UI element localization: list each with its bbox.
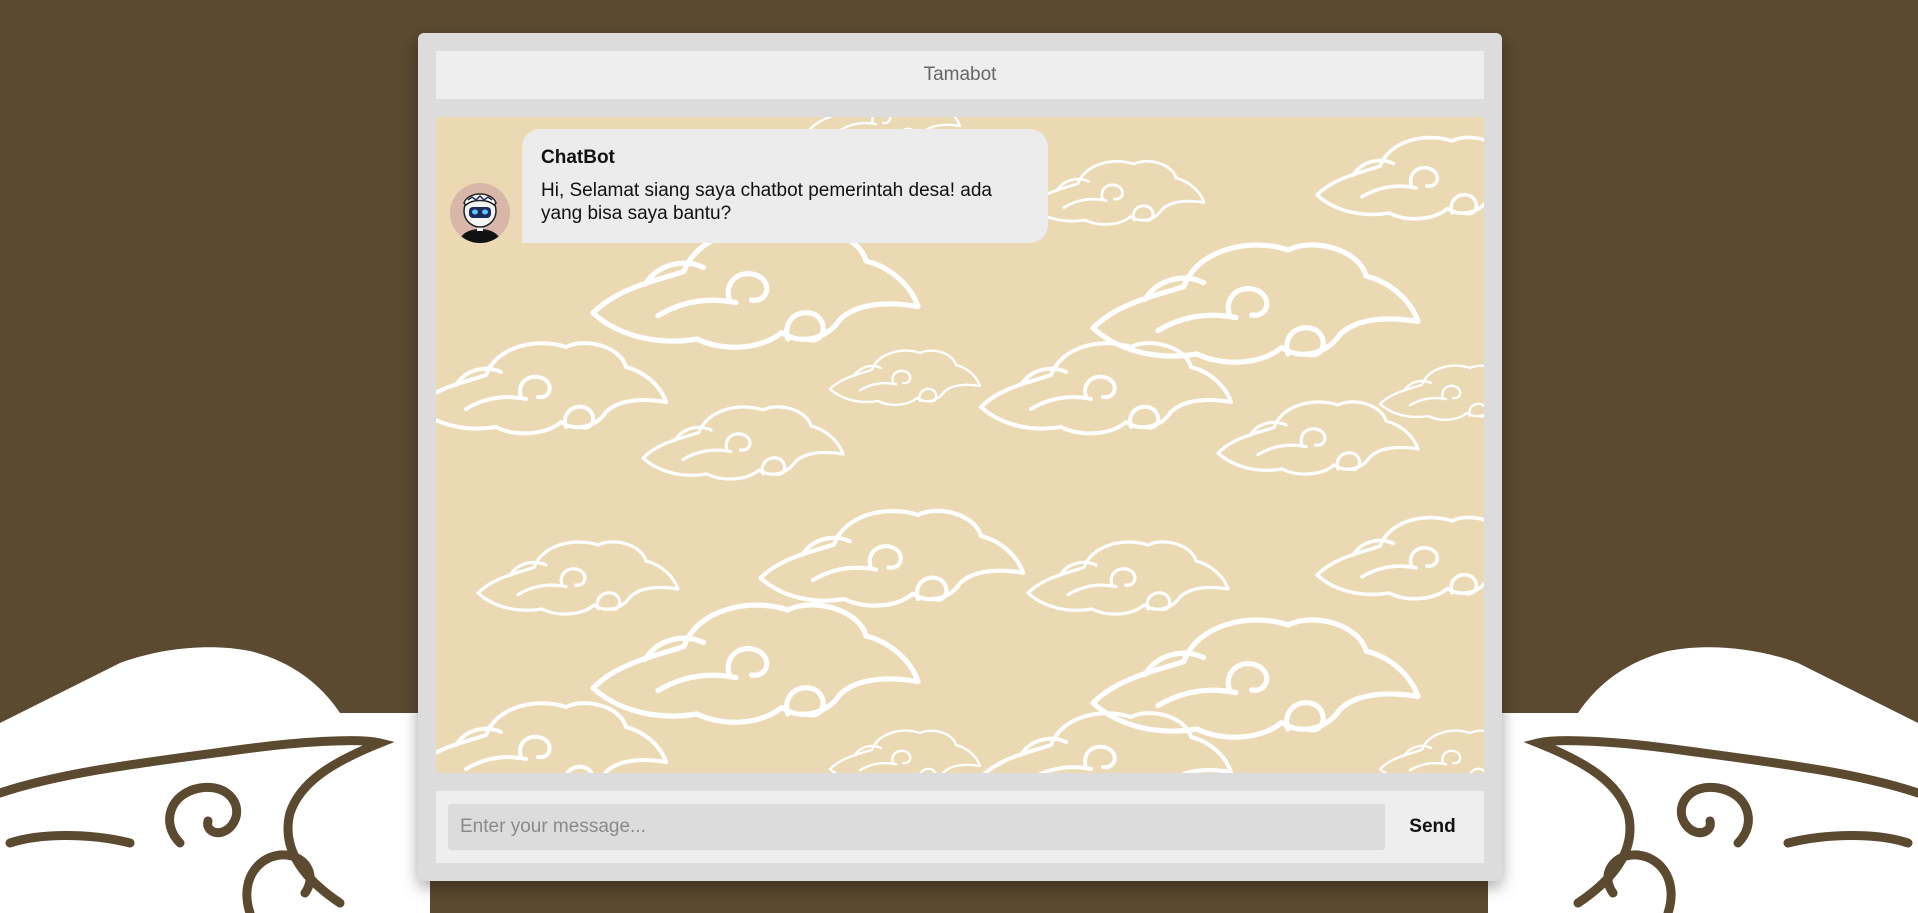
page: Tamabot ChatBot Hi, Selamat siang saya c… [0, 0, 1918, 913]
bot-avatar-icon [450, 183, 510, 243]
chat-title: Tamabot [923, 64, 997, 85]
message-row: ChatBot Hi, Selamat siang saya chatbot p… [450, 129, 1048, 243]
cloud-decoration-right-icon [1488, 647, 1918, 913]
chat-header: Tamabot [436, 51, 1484, 99]
message-input-bar: Send [436, 791, 1484, 863]
message-sender: ChatBot [541, 147, 615, 168]
chat-window: Tamabot ChatBot Hi, Selamat siang saya c… [418, 33, 1502, 881]
send-button[interactable]: Send [1395, 804, 1470, 850]
cloud-decoration-left-icon [0, 647, 430, 913]
message-text: Hi, Selamat siang saya chatbot pemerinta… [541, 180, 992, 224]
bot-message-bubble: ChatBot Hi, Selamat siang saya chatbot p… [522, 129, 1048, 243]
chat-messages-area[interactable]: ChatBot Hi, Selamat siang saya chatbot p… [436, 117, 1484, 773]
message-input[interactable] [448, 804, 1385, 850]
